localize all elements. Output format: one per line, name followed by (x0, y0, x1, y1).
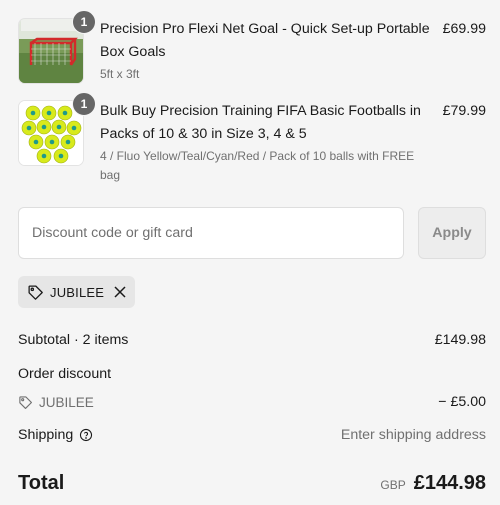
line-item-variant: 5ft x 3ft (100, 67, 140, 81)
applied-discount-code: JUBILEE (50, 284, 105, 300)
order-discount-label: Order discount (18, 366, 112, 382)
applied-discount-chip: JUBILEE (18, 276, 135, 308)
apply-discount-button[interactable]: Apply (418, 207, 486, 259)
shipping-value: Enter shipping address (340, 427, 486, 443)
discount-value: − £5.00 (438, 394, 486, 410)
line-item-title: Bulk Buy Precision Training FIFA Basic F… (100, 103, 421, 142)
total-label: Total (18, 472, 65, 494)
line-item-price: £69.99 (442, 21, 486, 37)
discount-code-input[interactable] (18, 207, 404, 259)
shipping-label-group: Shipping (18, 427, 93, 443)
shipping-label: Shipping (18, 427, 74, 443)
line-item-info: Bulk Buy Precision Training FIFA Basic F… (100, 100, 431, 185)
line-item: 1 Precision Pro Flexi Net Goal - Quick S… (18, 10, 486, 84)
line-item: 1 Bulk Buy Precision Training FIFA Basic… (18, 92, 486, 185)
total-row: Total GBP £144.98 (18, 472, 486, 495)
quantity-badge: 1 (72, 10, 96, 34)
subtotal-row: Subtotal · 2 items £149.98 (18, 332, 486, 348)
shipping-row: Shipping Enter shipping address (18, 427, 486, 443)
line-item-title: Precision Pro Flexi Net Goal - Quick Set… (100, 21, 430, 60)
quantity-badge: 1 (72, 92, 96, 116)
help-circle-icon[interactable] (79, 428, 93, 442)
order-discount-row: Order discount (18, 366, 486, 382)
line-item-variant: 4 / Fluo Yellow/Teal/Cyan/Red / Pack of … (100, 149, 415, 182)
tag-icon (27, 284, 44, 301)
discount-detail-row: JUBILEE − £5.00 (18, 394, 486, 410)
product-thumbnail-wrap: 1 (18, 10, 96, 84)
discount-code-text: JUBILEE (39, 394, 94, 410)
total-amount: GBP £144.98 (380, 472, 486, 495)
discount-form: Apply (18, 207, 486, 261)
close-icon[interactable] (114, 286, 126, 298)
subtotal-label: Subtotal · 2 items (18, 332, 129, 348)
currency-code: GBP (380, 478, 406, 492)
product-thumbnail-wrap: 1 (18, 92, 96, 166)
line-item-info: Precision Pro Flexi Net Goal - Quick Set… (100, 18, 431, 84)
tag-icon (18, 395, 33, 410)
discount-code-label: JUBILEE (18, 395, 94, 410)
line-item-price: £79.99 (442, 103, 486, 119)
total-value: £144.98 (413, 472, 486, 494)
subtotal-value: £149.98 (434, 332, 486, 348)
